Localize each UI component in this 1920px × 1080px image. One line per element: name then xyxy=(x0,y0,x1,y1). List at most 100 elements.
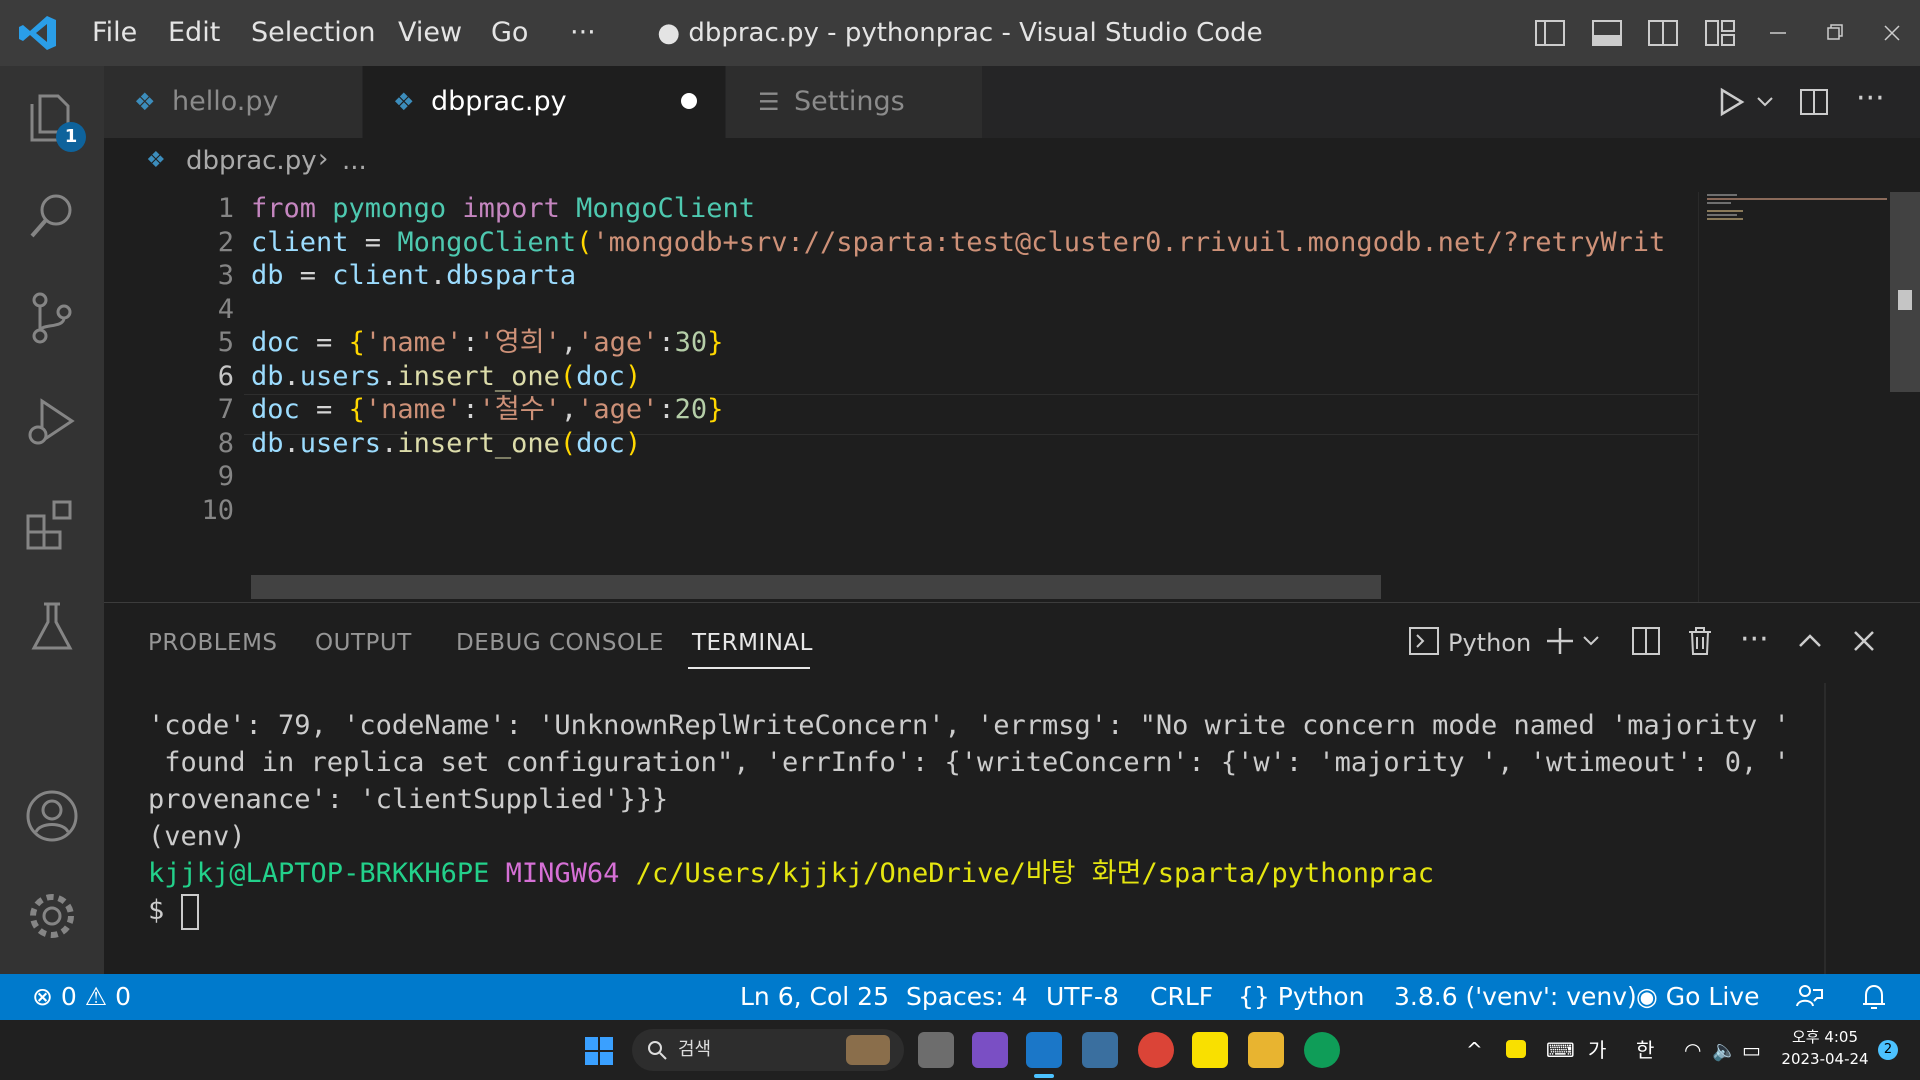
new-terminal-plus-icon[interactable] xyxy=(1544,625,1576,657)
python-idle-icon[interactable] xyxy=(1082,1032,1118,1068)
maximize-panel-chevron-up-icon[interactable] xyxy=(1796,629,1824,653)
menu-file[interactable]: File xyxy=(92,0,137,66)
restore-icon[interactable] xyxy=(1818,18,1850,48)
terminal-profile-label[interactable]: Python xyxy=(1448,603,1531,683)
minimize-icon[interactable] xyxy=(1762,18,1794,48)
chrome-icon[interactable] xyxy=(1138,1032,1174,1068)
code-token: doc xyxy=(251,394,300,425)
feedback-icon[interactable] xyxy=(1794,982,1824,1012)
indentation-status[interactable]: Spaces: 4 xyxy=(906,974,1027,1020)
code-token: 30 xyxy=(674,327,708,358)
code-editor[interactable]: 1 from pymongo import MongoClient 2 client … xyxy=(104,192,1920,602)
eol-status[interactable]: CRLF xyxy=(1150,974,1213,1020)
clock[interactable]: 오후 4:05 2023-04-24 xyxy=(1780,1026,1870,1070)
code-token: dbsparta xyxy=(446,260,577,291)
code-token: insert_one xyxy=(397,360,560,392)
braces-icon: {} xyxy=(1238,982,1270,1011)
customize-layout-icon[interactable] xyxy=(1704,18,1736,48)
taskbar-search-box[interactable]: 검색 xyxy=(632,1029,904,1071)
code-token: 'name' xyxy=(364,394,463,425)
ime-mode-ga[interactable]: 가 xyxy=(1588,1020,1606,1080)
extensions-icon[interactable] xyxy=(22,494,82,554)
language-mode[interactable]: {} Python xyxy=(1238,974,1364,1020)
terminal-output-line: provenance': 'clientSupplied'}}} xyxy=(148,784,669,815)
tab-hello-py[interactable]: ❖ hello.py xyxy=(104,66,362,138)
code-token: 'mongodb+srv://sparta:test@cluster0.rriv… xyxy=(592,226,1666,258)
split-editor-icon[interactable] xyxy=(1798,86,1830,118)
toggle-panel-icon[interactable] xyxy=(1591,18,1623,48)
breadcrumb-symbols[interactable]: ... xyxy=(342,146,367,176)
show-hidden-icons-chevron-icon[interactable]: ^ xyxy=(1466,1020,1483,1080)
menu-edit[interactable]: Edit xyxy=(168,0,220,66)
close-panel-icon[interactable] xyxy=(1850,627,1878,655)
source-control-icon[interactable] xyxy=(22,288,82,348)
volume-icon[interactable]: 🔈 xyxy=(1712,1020,1737,1080)
search-icon[interactable] xyxy=(22,186,82,246)
menu-view[interactable]: View xyxy=(398,0,462,66)
search-placeholder: 검색 xyxy=(678,1039,712,1060)
toggle-primary-sidebar-icon[interactable] xyxy=(1534,18,1566,48)
encoding-status[interactable]: UTF-8 xyxy=(1046,974,1119,1020)
menu-more[interactable]: ··· xyxy=(570,0,596,66)
python-file-icon: ❖ xyxy=(146,148,166,173)
notifications-bell-icon[interactable] xyxy=(1860,982,1888,1012)
chevron-down-icon[interactable] xyxy=(1582,633,1600,649)
code-token: ) xyxy=(624,360,642,392)
cursor-position[interactable]: Ln 6, Col 25 xyxy=(740,974,889,1020)
menu-go[interactable]: Go xyxy=(491,0,528,66)
terminal-input-line[interactable]: $ xyxy=(148,892,199,930)
terminal-output-line: found in replica set configuration", 'er… xyxy=(148,747,1790,778)
accounts-icon[interactable] xyxy=(22,786,82,846)
task-view-icon[interactable] xyxy=(918,1032,954,1068)
tab-debug-console[interactable]: DEBUG CONSOLE xyxy=(456,603,664,683)
code-text: db.users.insert_one(doc) xyxy=(251,423,641,464)
breadcrumb-file[interactable]: dbprac.py xyxy=(186,146,317,176)
visual-studio-icon[interactable] xyxy=(972,1032,1008,1068)
python-file-icon: ❖ xyxy=(393,88,415,116)
python-interpreter[interactable]: 3.8.6 ('venv': venv) xyxy=(1394,974,1637,1020)
tab-settings[interactable]: ☰ Settings xyxy=(726,66,982,138)
more-actions-icon[interactable]: ··· xyxy=(1740,603,1769,683)
settings-gear-icon[interactable] xyxy=(22,886,82,946)
tab-output[interactable]: OUTPUT xyxy=(315,603,412,683)
windows-start-icon[interactable] xyxy=(584,1036,614,1066)
error-count: 0 xyxy=(60,982,77,1011)
battery-icon[interactable]: ▭ xyxy=(1742,1020,1761,1080)
tab-terminal[interactable]: TERMINAL xyxy=(692,603,813,683)
testing-icon[interactable] xyxy=(22,596,82,656)
trash-icon[interactable] xyxy=(1684,625,1716,657)
ime-mode-han[interactable]: 한 xyxy=(1636,1020,1654,1080)
vscode-taskbar-icon[interactable] xyxy=(1026,1032,1062,1068)
run-python-file-icon[interactable] xyxy=(1716,86,1746,118)
vscode-logo-icon[interactable] xyxy=(18,14,58,52)
problems-status[interactable]: ⊗ 0 ⚠ 0 xyxy=(32,974,131,1020)
code-token: client xyxy=(332,260,430,291)
notification-count-badge[interactable]: 2 xyxy=(1878,1040,1898,1060)
breadcrumb: ❖ dbprac.py › ... xyxy=(104,138,1920,192)
go-live-label: Go Live xyxy=(1665,982,1760,1011)
kakaotalk-tray-icon[interactable] xyxy=(1506,1040,1526,1058)
more-actions-icon[interactable]: ··· xyxy=(1856,66,1885,138)
search-icon xyxy=(648,1041,667,1060)
run-debug-icon[interactable] xyxy=(22,391,82,451)
tab-problems[interactable]: PROBLEMS xyxy=(148,603,278,683)
code-token: 20 xyxy=(674,394,708,425)
editor-horizontal-scrollbar[interactable] xyxy=(251,575,1381,599)
kakaotalk-icon[interactable] xyxy=(1192,1032,1228,1068)
code-token: users xyxy=(299,427,382,459)
code-token: = xyxy=(299,394,349,425)
menu-selection[interactable]: Selection xyxy=(251,0,375,66)
minimap[interactable] xyxy=(1698,192,1891,602)
go-live-button[interactable]: ◉ Go Live xyxy=(1636,974,1759,1020)
wifi-icon[interactable]: ◠ xyxy=(1684,1020,1701,1080)
keyboard-icon[interactable]: ⌨ xyxy=(1546,1020,1575,1080)
toggle-secondary-sidebar-icon[interactable] xyxy=(1647,18,1679,48)
tab-dbprac-py[interactable]: ❖ dbprac.py xyxy=(363,66,725,138)
close-window-icon[interactable] xyxy=(1876,18,1908,48)
file-explorer-icon[interactable] xyxy=(1248,1032,1284,1068)
unsaved-dot-icon[interactable] xyxy=(681,93,697,109)
split-terminal-icon[interactable] xyxy=(1630,625,1662,657)
chevron-down-icon[interactable] xyxy=(1756,94,1774,110)
chrome-profile-icon[interactable] xyxy=(1304,1032,1340,1068)
